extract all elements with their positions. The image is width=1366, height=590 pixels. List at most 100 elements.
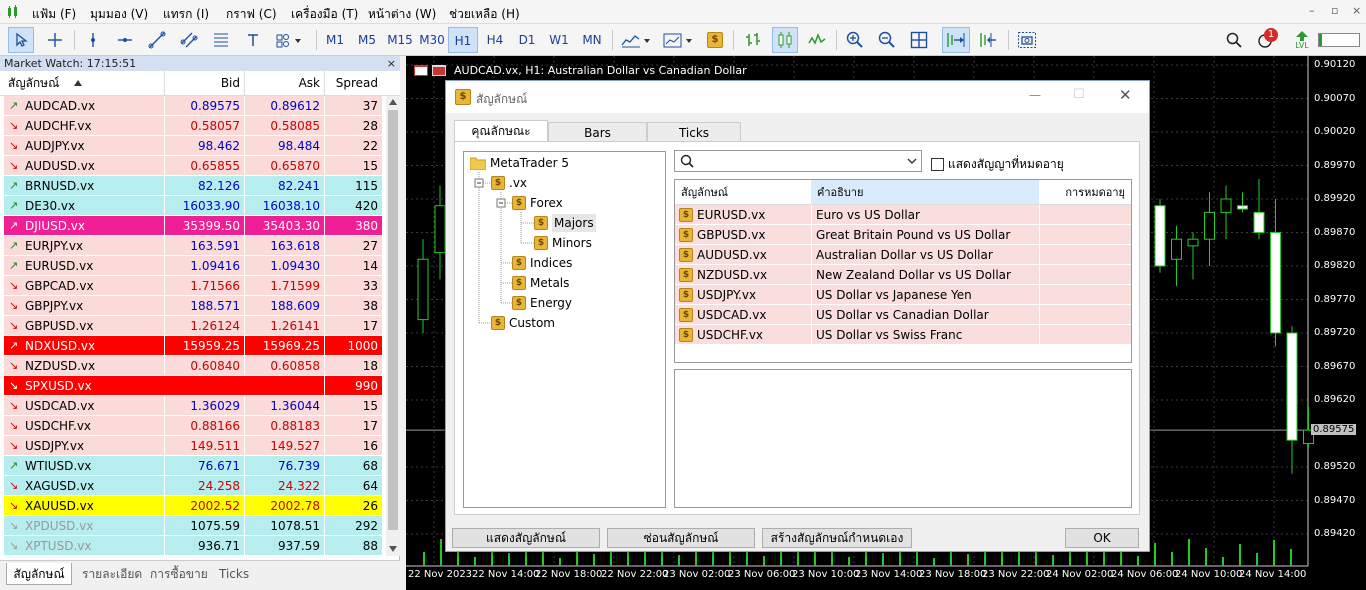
crosshair-button[interactable] [42, 27, 68, 53]
candlestick-button[interactable] [772, 27, 798, 53]
text-tool-button[interactable] [240, 27, 266, 53]
zoom-in-button[interactable] [842, 27, 868, 53]
tree-metals[interactable]: $ Metals [512, 274, 569, 292]
hide-symbol-button[interactable]: ซ่อนสัญลักษณ์ [607, 528, 755, 548]
tree-forex[interactable]: $ Forex [512, 194, 563, 212]
templates-button[interactable] [660, 27, 696, 53]
symbol-row[interactable]: $ GBPUSD.vx Great Britain Pound vs US Doll… [675, 225, 1131, 245]
table-row[interactable]: ↘ SPXUSD.vx 990 [4, 376, 382, 396]
table-row[interactable]: ↘ GBPCAD.vx 1.71566 1.71599 33 [4, 276, 382, 296]
symbol-search-input[interactable] [674, 150, 922, 172]
col-symbol[interactable]: สัญลักษณ์ [675, 180, 811, 205]
ok-button[interactable]: OK [1065, 528, 1139, 548]
col-description[interactable]: คำอธิบาย [811, 180, 1039, 205]
table-row[interactable]: ↗ DJIUSD.vx 35399.50 35403.30 380 [4, 216, 382, 236]
cursor-tool-button[interactable] [8, 27, 34, 53]
table-row[interactable]: ↘ AUDCHF.vx 0.58057 0.58085 28 [4, 116, 382, 136]
tab-symbols[interactable]: สัญลักษณ์ [6, 563, 72, 585]
timeframe-m5[interactable]: M5 [352, 27, 382, 53]
table-row[interactable]: ↘ USDCAD.vx 1.36029 1.36044 15 [4, 396, 382, 416]
tab-trading[interactable]: การซื้อขาย [150, 563, 208, 585]
fibonacci-button[interactable] [208, 27, 234, 53]
show-symbol-button[interactable]: แสดงสัญลักษณ์ [452, 528, 600, 548]
bar-chart-button[interactable] [740, 27, 766, 53]
menu-chart[interactable]: กราฟ (C) [226, 5, 277, 24]
symbol-row[interactable]: $ USDJPY.vx US Dollar vs Japanese Yen [675, 285, 1131, 305]
menu-tools[interactable]: เครื่องมือ (T) [291, 5, 358, 24]
dialog-minimize-button[interactable]: — [1029, 88, 1041, 102]
checkbox-box[interactable] [931, 158, 944, 171]
table-row[interactable]: ↗ BRNUSD.vx 82.126 82.241 115 [4, 176, 382, 196]
menu-help[interactable]: ช่วยเหลือ (H) [449, 5, 520, 24]
tab-specification[interactable]: คุณลักษณะ [454, 120, 548, 142]
table-row[interactable]: ↘ NZDUSD.vx 0.60840 0.60858 18 [4, 356, 382, 376]
tree-indices[interactable]: $ Indices [512, 254, 572, 272]
scrollbar-thumb[interactable] [388, 110, 398, 530]
table-row[interactable]: ↗ NDXUSD.vx 15959.25 15969.25 1000 [4, 336, 382, 356]
timeframe-m1[interactable]: M1 [320, 27, 350, 53]
show-expired-checkbox[interactable]: แสดงสัญญาที่หมดอายุ [931, 155, 1064, 174]
horizontal-line-button[interactable] [112, 27, 138, 53]
table-row[interactable]: ↗ DE30.vx 16033.90 16038.10 420 [4, 196, 382, 216]
timeframe-m30[interactable]: M30 [416, 27, 448, 53]
table-row[interactable]: ↘ XAUUSD.vx 2002.52 2002.78 26 [4, 496, 382, 516]
tree-minors[interactable]: $ Minors [534, 234, 592, 252]
table-row[interactable]: ↘ XPTUSD.vx 936.71 937.59 88 [4, 536, 382, 556]
tree-group-vx[interactable]: $ .vx [491, 174, 527, 192]
table-row[interactable]: ↗ WTIUSD.vx 76.671 76.739 68 [4, 456, 382, 476]
tab-bars[interactable]: Bars [548, 122, 647, 142]
level-button[interactable]: LVL [1290, 27, 1314, 53]
tree-root[interactable]: MetaTrader 5 [470, 154, 569, 172]
symbol-row[interactable]: $ USDCAD.vx US Dollar vs Canadian Dollar [675, 305, 1131, 325]
chevron-down-icon[interactable] [907, 158, 917, 165]
table-row[interactable]: ↘ XPDUSD.vx 1075.59 1078.51 292 [4, 516, 382, 536]
tree-majors[interactable]: $ Majors [534, 214, 596, 232]
header-spread[interactable]: Spread [324, 71, 378, 96]
notifications-button[interactable]: 1 [1252, 27, 1280, 53]
tab-dialog-ticks[interactable]: Ticks [647, 122, 741, 142]
table-row[interactable]: ↘ AUDUSD.vx 0.65855 0.65870 15 [4, 156, 382, 176]
table-row[interactable]: ↘ GBPJPY.vx 188.571 188.609 38 [4, 296, 382, 316]
dialog-close-button[interactable]: ✕ [1119, 86, 1132, 104]
market-watch-close-icon[interactable]: × [387, 56, 396, 71]
table-row[interactable]: ↘ USDJPY.vx 149.511 149.527 16 [4, 436, 382, 456]
trend-line-button[interactable] [144, 27, 170, 53]
symbols-button[interactable]: $ [704, 27, 726, 53]
table-row[interactable]: ↗ AUDCAD.vx 0.89575 0.89612 37 [4, 96, 382, 116]
timeframe-d1[interactable]: D1 [512, 27, 542, 53]
timeframe-mn[interactable]: MN [576, 27, 608, 53]
header-bid[interactable]: Bid [164, 71, 240, 96]
timeframe-h4[interactable]: H4 [480, 27, 510, 53]
dialog-maximize-button[interactable]: ☐ [1073, 87, 1085, 102]
timeframe-m15[interactable]: M15 [384, 27, 416, 53]
scroll-up-icon[interactable] [389, 99, 397, 105]
timeframe-h1[interactable]: H1 [448, 27, 478, 53]
table-row[interactable]: ↘ USDCHF.vx 0.88166 0.88183 17 [4, 416, 382, 436]
table-row[interactable]: ↘ XAGUSD.vx 24.258 24.322 64 [4, 476, 382, 496]
restore-button[interactable]: ▫ [1331, 4, 1338, 17]
header-symbol[interactable]: สัญลักษณ์ [8, 71, 59, 96]
table-row[interactable]: ↘ GBPUSD.vx 1.26124 1.26141 17 [4, 316, 382, 336]
chart-shift-button[interactable] [974, 27, 1002, 53]
timeframe-w1[interactable]: W1 [544, 27, 574, 53]
market-watch-scrollbar[interactable] [386, 96, 400, 556]
symbol-row[interactable]: $ AUDUSD.vx Australian Dollar vs US Dollar [675, 245, 1131, 265]
scroll-down-icon[interactable] [389, 546, 397, 552]
tab-details[interactable]: รายละเอียด [82, 563, 142, 585]
table-row[interactable]: ↗ EURUSD.vx 1.09416 1.09430 14 [4, 256, 382, 276]
channel-button[interactable] [176, 27, 202, 53]
menu-insert[interactable]: แทรก (I) [163, 5, 209, 24]
symbol-row[interactable]: $ NZDUSD.vx New Zealand Dollar vs US Dolla… [675, 265, 1131, 285]
minimize-button[interactable]: – [1309, 4, 1315, 17]
symbol-tree[interactable]: MetaTrader 5 $ .vx $ Forex $ Majors $ Minors… [463, 151, 666, 508]
table-row[interactable]: ↗ EURJPY.vx 163.591 163.618 27 [4, 236, 382, 256]
search-button[interactable] [1222, 27, 1246, 53]
symbol-row[interactable]: $ USDCHF.vx US Dollar vs Swiss Franc [675, 325, 1131, 345]
table-row[interactable]: ↘ AUDJPY.vx 98.462 98.484 22 [4, 136, 382, 156]
tree-energy[interactable]: $ Energy [512, 294, 572, 312]
close-button[interactable]: × [1352, 4, 1361, 17]
menu-view[interactable]: มุมมอง (V) [90, 5, 148, 24]
shapes-dropdown-button[interactable] [270, 27, 310, 53]
tree-custom[interactable]: $ Custom [491, 314, 555, 332]
header-ask[interactable]: Ask [244, 71, 320, 96]
